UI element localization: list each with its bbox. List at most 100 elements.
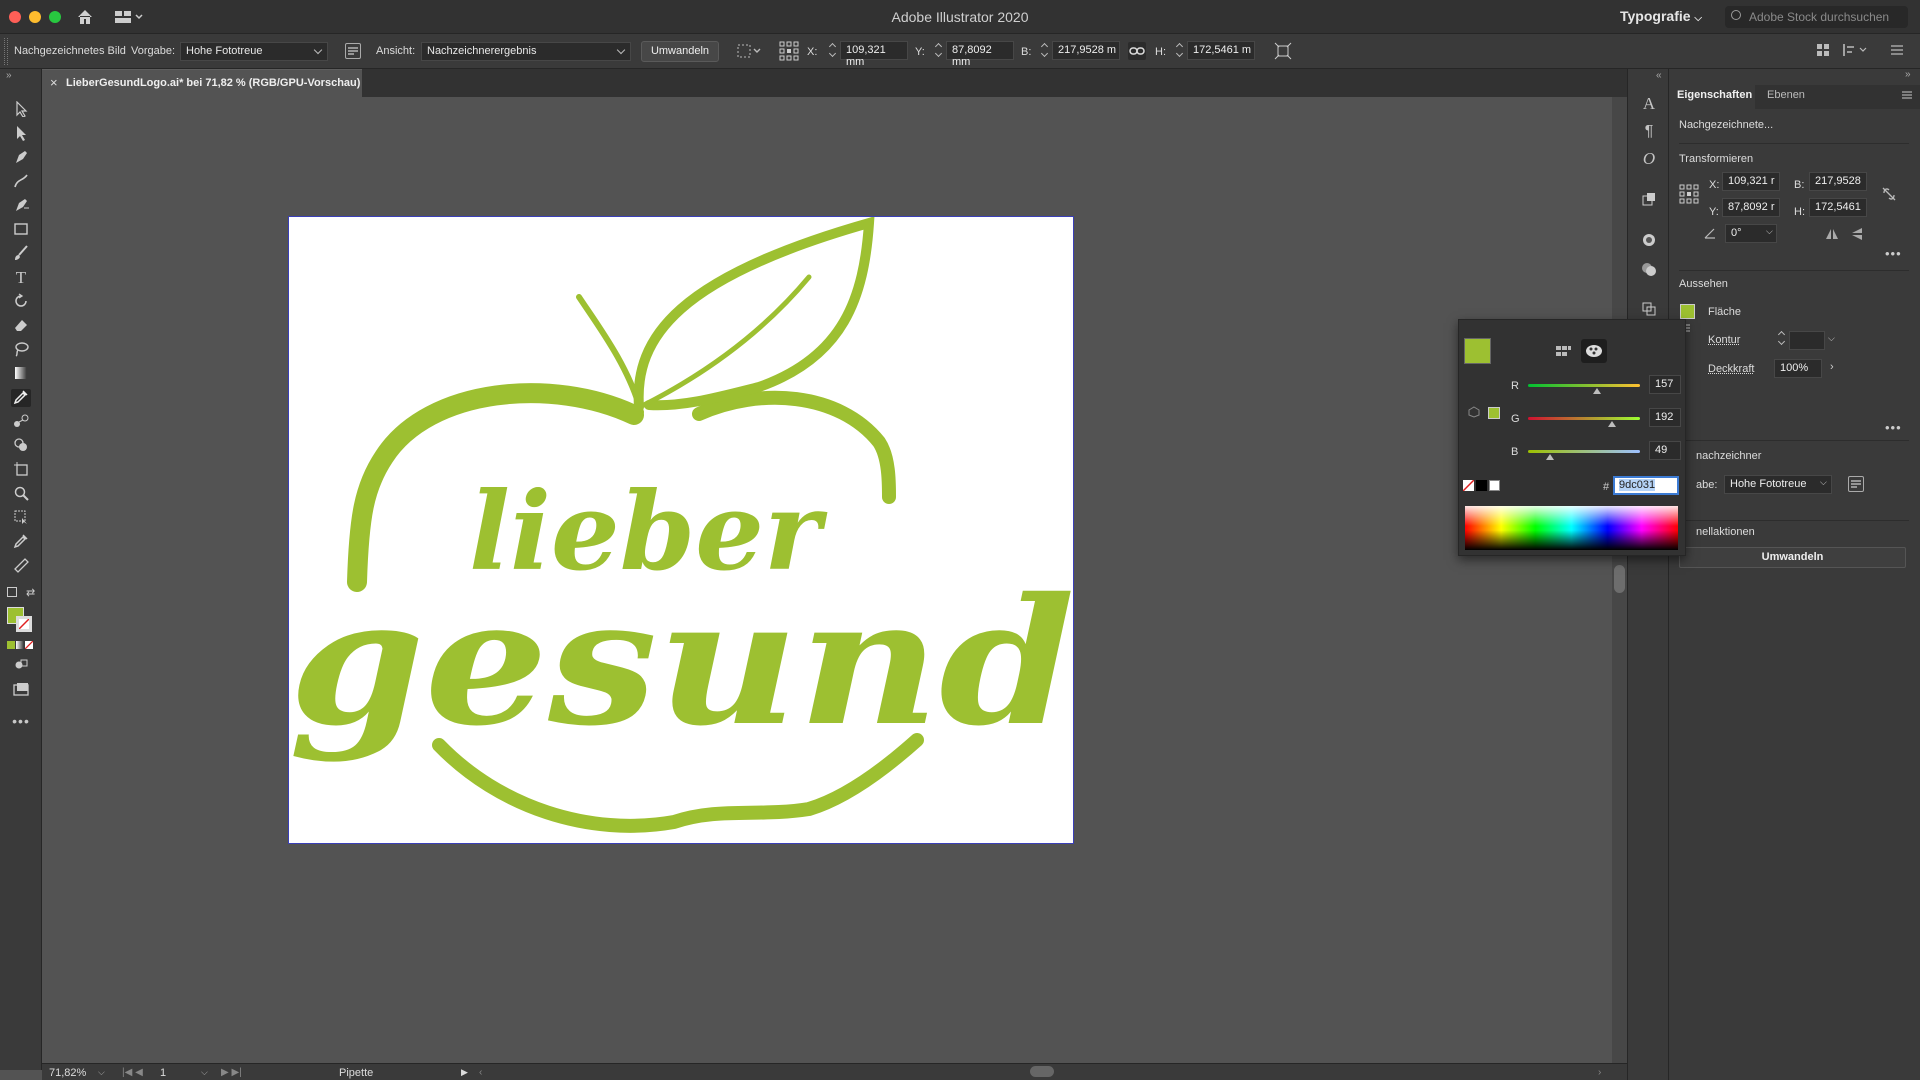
green-value-field[interactable]: 192: [1649, 408, 1681, 427]
tab-properties[interactable]: Eigenschaften: [1677, 89, 1752, 101]
width-field[interactable]: 217,9528 m: [1052, 41, 1120, 60]
flip-horizontal-icon[interactable]: [1825, 227, 1839, 241]
eyedropper-secondary-icon[interactable]: [11, 533, 31, 551]
swap-colors-icon[interactable]: ⇄: [26, 586, 35, 599]
blue-slider[interactable]: [1528, 450, 1640, 453]
y-stepper[interactable]: [935, 43, 943, 59]
measure-tool-icon[interactable]: [11, 557, 31, 575]
fill-swatch[interactable]: [1680, 304, 1695, 319]
lasso-tool-icon[interactable]: [11, 341, 31, 359]
eyedropper-tool-icon[interactable]: [11, 389, 31, 407]
height-stepper[interactable]: [1176, 43, 1184, 59]
panel-menu-icon[interactable]: [1890, 43, 1904, 57]
reference-point-icon[interactable]: [779, 41, 799, 61]
chevron-down-icon[interactable]: ⌵: [1820, 477, 1827, 488]
trace-panel-icon[interactable]: [1848, 476, 1864, 492]
paragraph-panel-icon[interactable]: ¶: [1640, 123, 1658, 141]
artboard-number[interactable]: 1: [160, 1067, 166, 1079]
free-transform-tool-icon[interactable]: [11, 509, 31, 527]
color-mode-icon[interactable]: [7, 641, 15, 649]
opacity-label[interactable]: Deckkraft: [1708, 363, 1754, 375]
edit-toolbar-icon[interactable]: •••: [11, 712, 31, 730]
transform-options-icon[interactable]: [1274, 42, 1292, 60]
quick-convert-button[interactable]: Umwandeln: [1679, 547, 1906, 568]
direct-selection-tool-icon[interactable]: [11, 125, 31, 143]
distribute-icon[interactable]: [1842, 42, 1872, 58]
y-field[interactable]: 87,8092 mm: [946, 41, 1014, 68]
graphic-styles-panel-icon[interactable]: [1640, 261, 1658, 279]
panel-menu-icon[interactable]: [1900, 88, 1914, 102]
chevron-down-icon[interactable]: ⌵: [1766, 226, 1773, 237]
green-slider[interactable]: [1528, 417, 1640, 420]
constrain-proportions-icon[interactable]: [1880, 185, 1898, 203]
arrange-icon[interactable]: [1815, 42, 1831, 58]
opacity-field[interactable]: 100%: [1774, 359, 1822, 378]
transform-w-field[interactable]: 217,9528: [1809, 172, 1867, 191]
logo-artwork[interactable]: lieber gesund: [289, 217, 1075, 845]
workspace-switcher[interactable]: Typografie ⌵: [1620, 8, 1702, 24]
first-artboard-icon[interactable]: |◀ ◀: [122, 1067, 143, 1078]
stock-search-input[interactable]: Adobe Stock durchsuchen: [1725, 6, 1908, 28]
artboard-tool-icon[interactable]: [11, 461, 31, 479]
next-artboard-icon[interactable]: ▶ ▶|: [221, 1067, 242, 1078]
horizontal-scroll-thumb[interactable]: [1030, 1066, 1054, 1077]
green-slider-thumb[interactable]: [1608, 421, 1617, 427]
none-mode-icon[interactable]: [25, 641, 33, 649]
type-tool-icon[interactable]: T: [11, 269, 31, 287]
red-slider-thumb[interactable]: [1592, 388, 1601, 394]
x-field[interactable]: 109,321 mm: [840, 41, 908, 68]
trace-panel-icon[interactable]: [345, 43, 361, 59]
transform-y-field[interactable]: 87,8092 r: [1722, 198, 1780, 217]
collapse-strip-icon[interactable]: «: [1656, 70, 1662, 81]
zoom-tool-icon[interactable]: [11, 485, 31, 503]
chevron-down-icon[interactable]: ⌵: [1828, 333, 1835, 344]
width-stepper[interactable]: [1041, 43, 1049, 59]
black-color-swatch[interactable]: [1476, 480, 1487, 491]
opentype-panel-icon[interactable]: O: [1640, 150, 1658, 168]
screen-mode-icon[interactable]: [11, 681, 31, 699]
blend-tool-icon[interactable]: [11, 413, 31, 431]
control-bar-grip[interactable]: [4, 38, 8, 65]
red-value-field[interactable]: 157: [1649, 375, 1681, 394]
artboard[interactable]: lieber gesund: [288, 216, 1075, 845]
scroll-left-icon[interactable]: ‹: [479, 1067, 482, 1078]
color-mixer-mode-icon[interactable]: [1581, 339, 1607, 363]
hex-value-field[interactable]: 9dc031: [1613, 476, 1679, 495]
view-select[interactable]: Nachzeichnerergebnis: [421, 42, 631, 61]
swatches-mode-icon[interactable]: [1550, 339, 1576, 363]
zoom-level[interactable]: 71,82%: [49, 1067, 86, 1079]
chevron-down-icon[interactable]: ⌵: [201, 1067, 208, 1078]
align-options-icon[interactable]: [737, 43, 763, 59]
collapse-toolbar-icon[interactable]: »: [6, 70, 12, 81]
appearance-panel-icon[interactable]: [1640, 232, 1658, 250]
character-panel-icon[interactable]: A: [1640, 95, 1658, 113]
stroke-weight-stepper[interactable]: [1778, 331, 1786, 347]
image-trace-panel-icon[interactable]: [1640, 191, 1658, 209]
gradient-tool-icon[interactable]: [11, 365, 31, 383]
blue-slider-thumb[interactable]: [1545, 454, 1554, 460]
stroke-label[interactable]: Kontur: [1708, 334, 1740, 346]
red-slider[interactable]: [1528, 384, 1640, 387]
web-safe-color-swatch[interactable]: [1488, 407, 1500, 419]
draw-mode-icon[interactable]: [11, 657, 31, 675]
flip-vertical-icon[interactable]: [1850, 227, 1864, 241]
paintbrush-tool-icon[interactable]: [11, 245, 31, 263]
pen-tool-icon[interactable]: [11, 149, 31, 167]
chevron-down-icon[interactable]: ⌵: [98, 1067, 105, 1078]
more-transform-options-icon[interactable]: •••: [1885, 246, 1902, 261]
constrain-proportions-icon[interactable]: [1128, 42, 1146, 60]
stroke-weight-field[interactable]: [1789, 331, 1825, 350]
curvature-tool-icon[interactable]: [11, 173, 31, 191]
scroll-right-icon[interactable]: ›: [1598, 1067, 1601, 1078]
color-spectrum[interactable]: [1465, 506, 1678, 550]
trace-preset-select[interactable]: Hohe Fototreue: [1724, 475, 1832, 494]
transform-h-field[interactable]: 172,5461: [1809, 198, 1867, 217]
selection-tool-icon[interactable]: [11, 100, 31, 119]
default-colors-icon[interactable]: [7, 587, 17, 597]
reference-point-icon[interactable]: [1679, 184, 1699, 204]
preset-select[interactable]: Hohe Fototreue: [180, 42, 328, 61]
rectangle-tool-icon[interactable]: [11, 221, 31, 239]
stroke-color-swatch[interactable]: [16, 616, 32, 632]
eraser-tool-icon[interactable]: [11, 317, 31, 335]
shape-builder-tool-icon[interactable]: [11, 437, 31, 455]
